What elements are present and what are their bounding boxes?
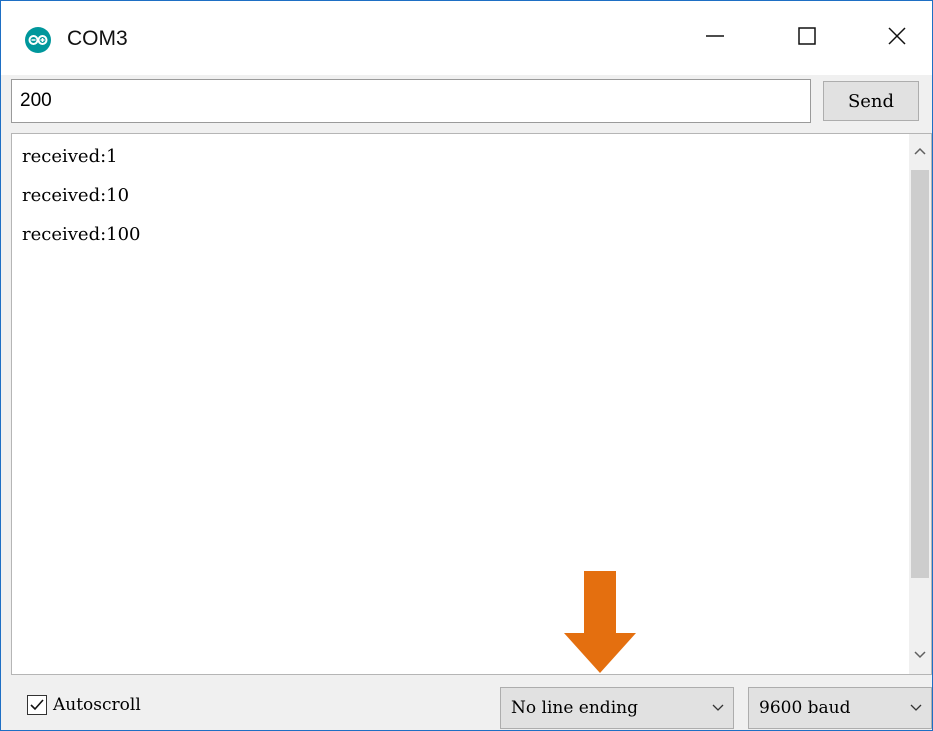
autoscroll-toggle[interactable]: Autoscroll: [27, 695, 141, 715]
line-ending-select[interactable]: No line ending: [500, 687, 734, 729]
bottom-bar: Autoscroll No line ending 9600 baud: [1, 675, 932, 730]
arduino-icon: [25, 27, 51, 53]
chevron-down-icon: [901, 703, 931, 713]
autoscroll-checkbox[interactable]: [27, 695, 47, 715]
minimize-icon: [705, 26, 725, 51]
line-ending-value: No line ending: [511, 698, 638, 718]
baud-rate-value: 9600 baud: [759, 698, 851, 718]
close-button[interactable]: [851, 1, 933, 75]
baud-rate-select[interactable]: 9600 baud: [748, 687, 932, 729]
checkmark-icon: [30, 699, 44, 711]
input-row: Send: [1, 75, 932, 133]
send-button[interactable]: Send: [823, 81, 919, 121]
maximize-button[interactable]: [761, 1, 853, 75]
output-lines: received:1 received:10 received:100: [22, 146, 141, 263]
output-line: received:1: [22, 146, 118, 167]
output-line: received:10: [22, 185, 130, 206]
serial-input[interactable]: [11, 79, 811, 123]
output-line: received:100: [22, 224, 141, 245]
scroll-thumb[interactable]: [911, 170, 929, 578]
window-title: COM3: [67, 27, 128, 50]
vertical-scrollbar[interactable]: [909, 134, 931, 674]
chevron-down-icon: [703, 703, 733, 713]
chevron-up-icon: [913, 143, 927, 161]
scroll-up-button[interactable]: [909, 134, 931, 170]
minimize-button[interactable]: [669, 1, 761, 75]
title-bar[interactable]: COM3: [1, 1, 932, 75]
serial-monitor-window: COM3 Send received:1 received:10 receive…: [0, 0, 933, 731]
close-icon: [887, 26, 907, 51]
maximize-icon: [797, 26, 817, 51]
annotation-arrow: [562, 571, 638, 682]
serial-output[interactable]: received:1 received:10 received:100: [11, 133, 932, 675]
chevron-down-icon: [913, 647, 927, 665]
scroll-down-button[interactable]: [909, 638, 931, 674]
autoscroll-label: Autoscroll: [53, 695, 141, 715]
